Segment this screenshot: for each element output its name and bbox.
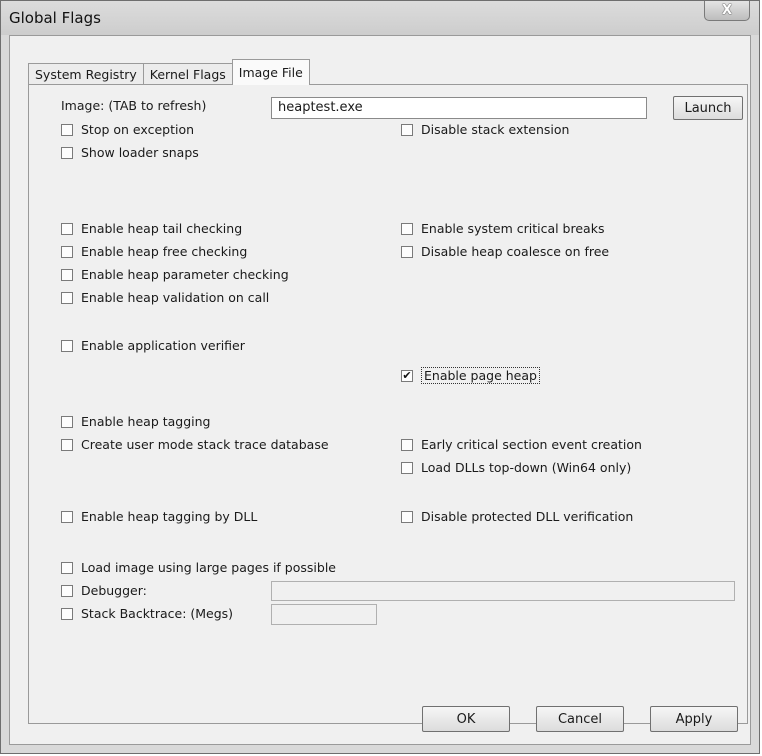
window-title: Global Flags (9, 9, 101, 27)
title-bar[interactable]: Global Flags X (1, 1, 759, 35)
flag-stack-backtrace[interactable]: Stack Backtrace: (Megs) (61, 606, 233, 621)
launch-button[interactable]: Launch (673, 96, 743, 120)
close-icon: X (721, 3, 733, 18)
heap-coalesce-label: Disable heap coalesce on free (421, 244, 610, 259)
flag-system-critical[interactable]: Enable system critical breaks (401, 221, 604, 236)
heap-param-checkbox[interactable] (61, 268, 73, 281)
flag-stack-trace-db[interactable]: Create user mode stack trace database (61, 437, 329, 452)
page-heap-checkbox[interactable]: ✔ (401, 369, 413, 382)
flag-heap-free[interactable]: Enable heap free checking (61, 244, 247, 259)
load-dlls-topdown-checkbox[interactable] (401, 461, 413, 474)
tab-system-registry[interactable]: System Registry (28, 63, 144, 85)
image-label: Image: (TAB to refresh) (61, 98, 207, 113)
flag-page-heap[interactable]: ✔ Enable page heap (401, 367, 540, 384)
stack-trace-db-checkbox[interactable] (61, 438, 73, 451)
flag-debugger[interactable]: Debugger: (61, 583, 147, 598)
flag-early-critical[interactable]: Early critical section event creation (401, 437, 642, 452)
stop-on-exception-checkbox[interactable] (61, 123, 73, 136)
heap-tail-checkbox[interactable] (61, 222, 73, 235)
heap-validation-label: Enable heap validation on call (81, 290, 270, 305)
show-loader-snaps-checkbox[interactable] (61, 146, 73, 159)
early-critical-checkbox[interactable] (401, 438, 413, 451)
stack-backtrace-input[interactable] (271, 604, 377, 625)
system-critical-checkbox[interactable] (401, 222, 413, 235)
tab-image-file[interactable]: Image File (231, 59, 310, 85)
ok-button[interactable]: OK (422, 706, 510, 732)
heap-tagging-dll-label: Enable heap tagging by DLL (81, 509, 258, 524)
early-critical-label: Early critical section event creation (421, 437, 642, 452)
system-critical-label: Enable system critical breaks (421, 221, 605, 236)
flag-heap-coalesce[interactable]: Disable heap coalesce on free (401, 244, 609, 259)
show-loader-snaps-label: Show loader snaps (81, 145, 199, 160)
stop-on-exception-label: Stop on exception (81, 122, 195, 137)
flag-heap-tagging[interactable]: Enable heap tagging (61, 414, 211, 429)
heap-free-checkbox[interactable] (61, 245, 73, 258)
heap-tagging-label: Enable heap tagging (81, 414, 211, 429)
disable-stack-extension-label: Disable stack extension (421, 122, 570, 137)
heap-tagging-dll-checkbox[interactable] (61, 510, 73, 523)
app-verifier-checkbox[interactable] (61, 339, 73, 352)
flag-heap-param[interactable]: Enable heap parameter checking (61, 267, 289, 282)
heap-param-label: Enable heap parameter checking (81, 267, 289, 282)
page-heap-label: Enable page heap (421, 367, 540, 384)
debugger-checkbox[interactable] (61, 584, 73, 597)
tab-strip: System Registry Kernel Flags Image File (28, 59, 310, 85)
apply-button[interactable]: Apply (650, 706, 738, 732)
heap-coalesce-checkbox[interactable] (401, 245, 413, 258)
image-name-input[interactable]: heaptest.exe (271, 97, 647, 119)
load-dlls-topdown-label: Load DLLs top-down (Win64 only) (421, 460, 632, 475)
heap-tagging-checkbox[interactable] (61, 415, 73, 428)
heap-free-label: Enable heap free checking (81, 244, 248, 259)
stack-trace-db-label: Create user mode stack trace database (81, 437, 329, 452)
large-pages-label: Load image using large pages if possible (81, 560, 336, 575)
flag-heap-tagging-dll[interactable]: Enable heap tagging by DLL (61, 509, 257, 524)
checkmark-icon: ✔ (402, 369, 412, 382)
stack-backtrace-label: Stack Backtrace: (Megs) (81, 606, 234, 621)
flag-stop-on-exception[interactable]: Stop on exception (61, 122, 194, 137)
large-pages-checkbox[interactable] (61, 561, 73, 574)
cancel-button[interactable]: Cancel (536, 706, 624, 732)
protected-dll-label: Disable protected DLL verification (421, 509, 634, 524)
image-file-panel: Image: (TAB to refresh) heaptest.exe Lau… (28, 84, 748, 724)
flag-heap-tail[interactable]: Enable heap tail checking (61, 221, 242, 236)
flag-large-pages[interactable]: Load image using large pages if possible (61, 560, 336, 575)
heap-tail-label: Enable heap tail checking (81, 221, 243, 236)
dialog-client-area: System Registry Kernel Flags Image File … (9, 35, 751, 745)
protected-dll-checkbox[interactable] (401, 510, 413, 523)
app-verifier-label: Enable application verifier (81, 338, 245, 353)
global-flags-window: Global Flags X System Registry Kernel Fl… (0, 0, 760, 754)
debugger-input[interactable] (271, 581, 735, 601)
flag-heap-validation[interactable]: Enable heap validation on call (61, 290, 269, 305)
flag-protected-dll[interactable]: Disable protected DLL verification (401, 509, 633, 524)
close-button[interactable]: X (704, 1, 750, 21)
disable-stack-extension-checkbox[interactable] (401, 123, 413, 136)
tab-kernel-flags[interactable]: Kernel Flags (142, 63, 233, 85)
stack-backtrace-checkbox[interactable] (61, 607, 73, 620)
flag-app-verifier[interactable]: Enable application verifier (61, 338, 245, 353)
flag-disable-stack-extension[interactable]: Disable stack extension (401, 122, 569, 137)
flag-load-dlls-topdown[interactable]: Load DLLs top-down (Win64 only) (401, 460, 631, 475)
heap-validation-checkbox[interactable] (61, 291, 73, 304)
debugger-label: Debugger: (81, 583, 147, 598)
flag-show-loader-snaps[interactable]: Show loader snaps (61, 145, 199, 160)
